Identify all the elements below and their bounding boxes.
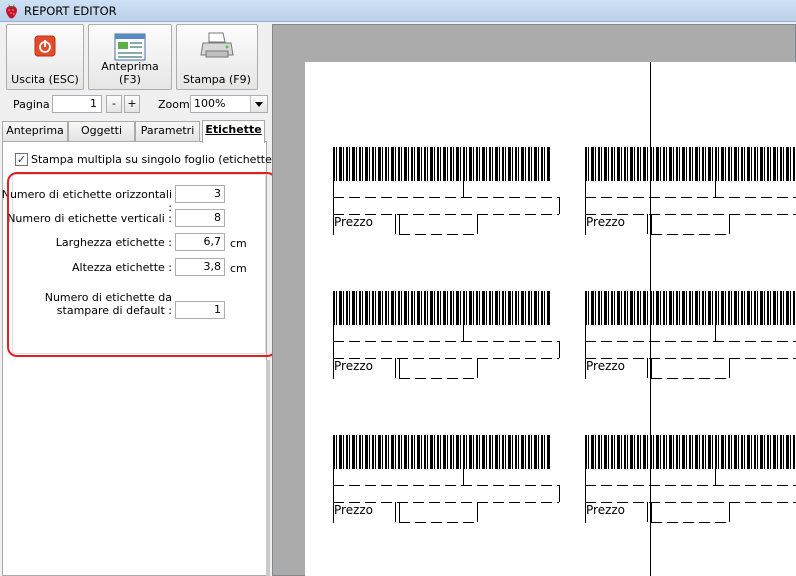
chevron-down-icon[interactable] <box>250 96 267 112</box>
barcode <box>585 147 796 181</box>
price-label: Prezzo <box>334 503 374 517</box>
tab-etichette[interactable]: Etichette <box>202 120 265 143</box>
print-button[interactable]: Stampa (F9) <box>176 24 258 90</box>
preview-label: Prezzo <box>333 147 563 247</box>
preview-label: Prezzo <box>585 435 796 535</box>
highlight-box <box>7 172 277 357</box>
price-label: Prezzo <box>586 215 626 229</box>
page-divider-line <box>650 62 651 576</box>
preview-label: Prezzo <box>333 291 563 391</box>
price-label: Prezzo <box>586 503 626 517</box>
barcode <box>333 291 551 325</box>
price-label: Prezzo <box>586 359 626 373</box>
panel-scrollbar[interactable] <box>266 360 270 576</box>
barcode <box>585 291 796 325</box>
zoom-select[interactable]: 100% <box>190 95 268 113</box>
printer-icon <box>200 32 234 58</box>
print-button-label: Stampa (F9) <box>183 73 251 86</box>
barcode <box>585 435 796 469</box>
price-label: Prezzo <box>334 215 374 229</box>
barcode <box>333 435 551 469</box>
preview-label: Prezzo <box>585 147 796 247</box>
preview-label: Prezzo <box>333 435 563 535</box>
price-label: Prezzo <box>334 359 374 373</box>
zoom-value: 100% <box>194 97 226 110</box>
barcode <box>333 147 551 181</box>
preview-label: Prezzo <box>585 291 796 391</box>
